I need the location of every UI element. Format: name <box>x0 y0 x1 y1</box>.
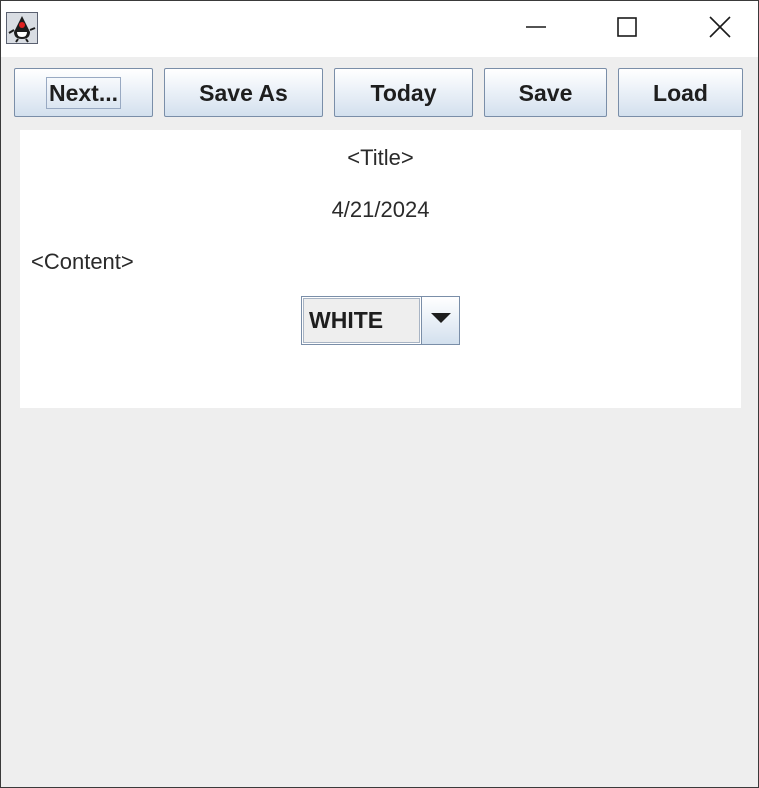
today-button[interactable]: Today <box>334 68 473 117</box>
minimize-icon <box>525 16 547 43</box>
color-select[interactable]: WHITE <box>301 296 460 345</box>
entry-content: <Content> <box>31 249 134 274</box>
entry-panel: <Title> 4/21/2024 <Content> WHITE <box>20 130 741 408</box>
save-button-label: Save <box>518 79 573 106</box>
save-as-button[interactable]: Save As <box>164 68 323 117</box>
next-button[interactable]: Next... <box>14 68 153 117</box>
save-button[interactable]: Save <box>484 68 607 117</box>
entry-date: 4/21/2024 <box>331 197 430 222</box>
java-duke-icon <box>6 12 38 44</box>
color-select-toggle[interactable] <box>421 297 459 344</box>
load-button[interactable]: Load <box>618 68 743 117</box>
load-button-label: Load <box>653 79 708 106</box>
title-bar[interactable] <box>1 1 758 57</box>
close-button[interactable] <box>697 1 743 57</box>
color-select-value: WHITE <box>303 298 420 343</box>
entry-title: <Title> <box>347 145 414 170</box>
today-button-label: Today <box>370 79 437 106</box>
maximize-button[interactable] <box>604 1 650 57</box>
maximize-icon <box>616 16 638 43</box>
close-icon <box>709 15 731 43</box>
next-button-label: Next... <box>45 76 122 109</box>
save-as-button-label: Save As <box>199 79 288 106</box>
minimize-button[interactable] <box>513 1 559 57</box>
app-window: Next... Save As Today Save Load <Title> … <box>0 0 759 788</box>
chevron-down-icon <box>430 312 451 330</box>
